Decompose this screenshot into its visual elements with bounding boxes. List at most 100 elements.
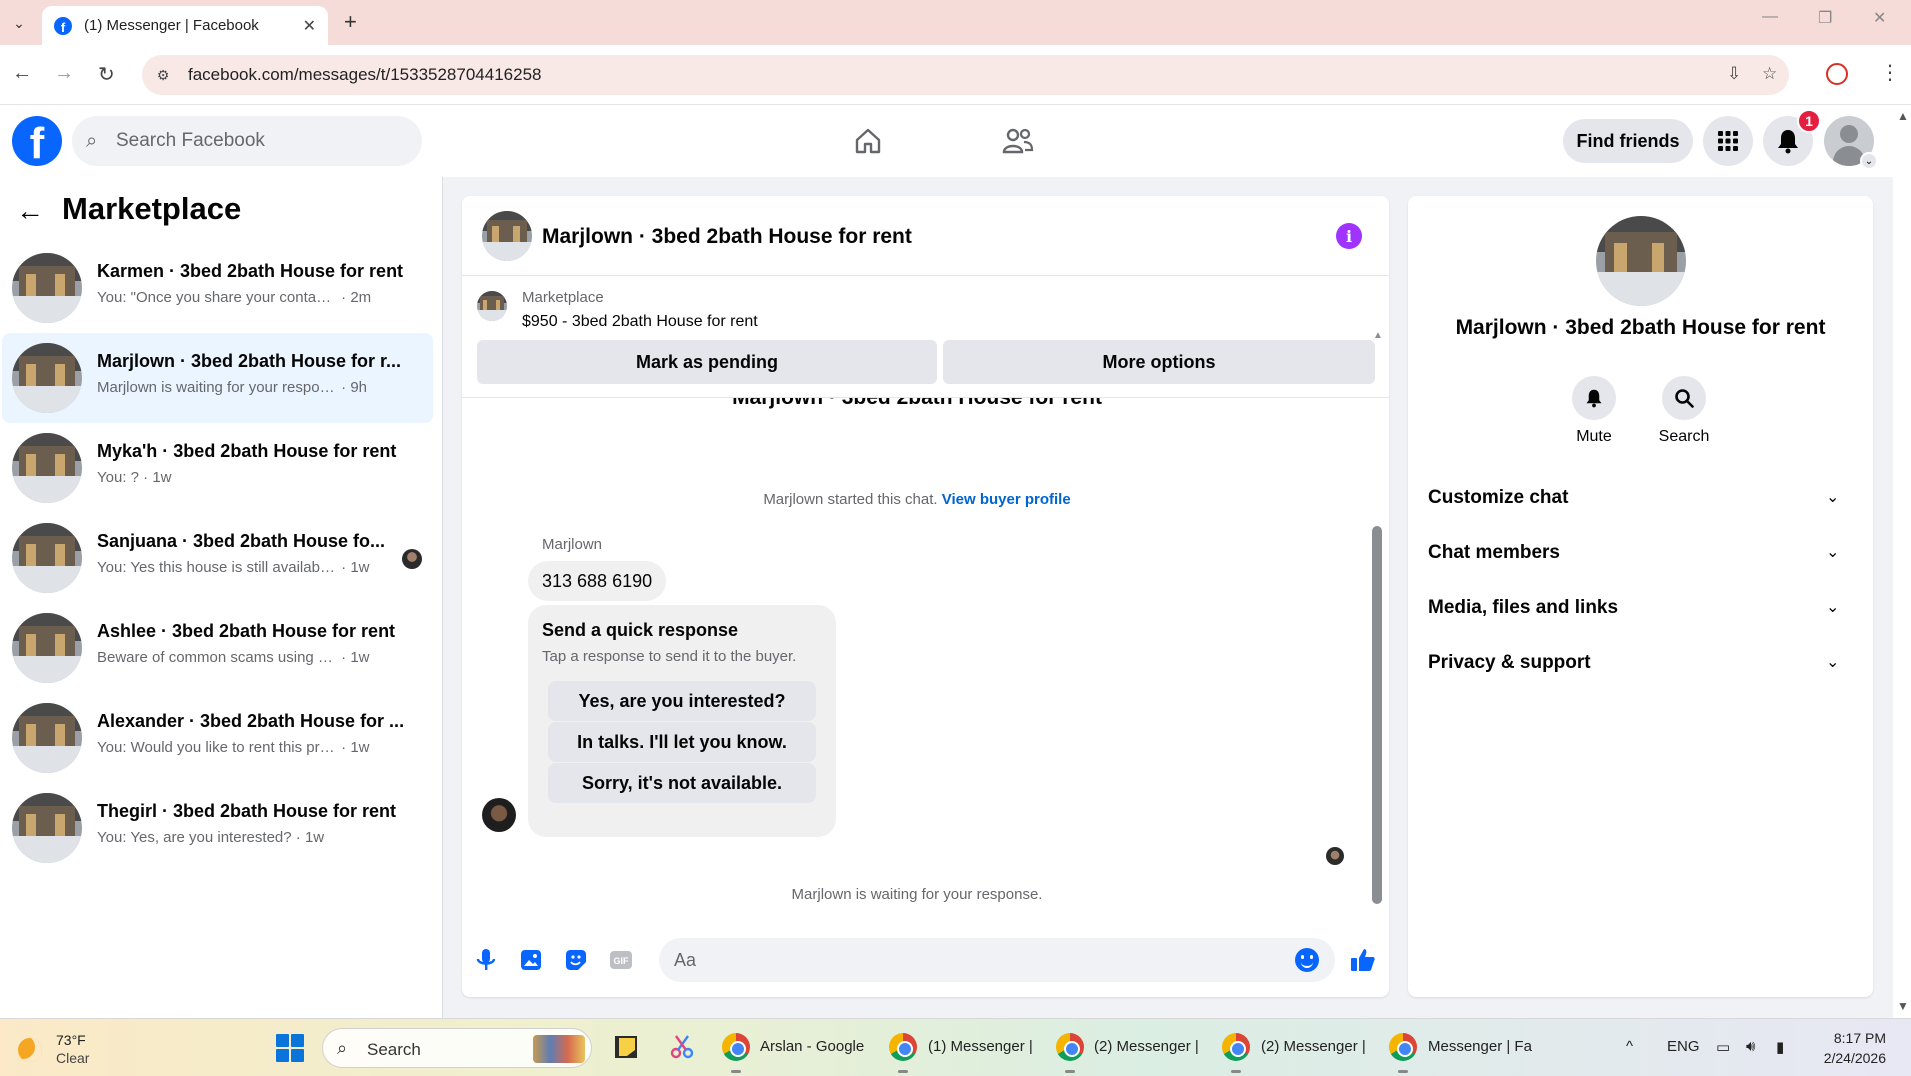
friends-nav-icon[interactable] bbox=[993, 120, 1043, 162]
more-options-button[interactable]: More options bbox=[943, 340, 1375, 384]
active-indicator bbox=[1398, 1070, 1408, 1073]
chrome-icon[interactable] bbox=[1056, 1033, 1084, 1061]
gif-icon[interactable]: GIF bbox=[606, 945, 636, 975]
taskbar-app-label[interactable]: (1) Messenger | bbox=[928, 1038, 1033, 1055]
privacy-support-section[interactable]: Privacy & support ⌄ bbox=[1418, 638, 1863, 688]
conversation-row[interactable]: Myka'h · 3bed 2bath House for rent You: ?… bbox=[2, 423, 433, 513]
conversation-row[interactable]: Sanjuana · 3bed 2bath House fo... You: Ye… bbox=[2, 513, 433, 603]
separator-dot: · bbox=[337, 559, 351, 576]
chat-scroll-down-icon[interactable]: ▼ bbox=[1373, 742, 1383, 753]
chrome-icon[interactable] bbox=[1222, 1033, 1250, 1061]
mark-as-pending-button[interactable]: Mark as pending bbox=[477, 340, 937, 384]
quick-response-not-available[interactable]: Sorry, it's not available. bbox=[548, 763, 816, 803]
snipping-tool-icon[interactable] bbox=[664, 1029, 700, 1065]
facebook-search[interactable]: ⌕ bbox=[72, 116, 422, 166]
conversation-row[interactable]: Karmen · 3bed 2bath House for rent You: "… bbox=[2, 243, 433, 333]
chat-title[interactable]: Marjlown · 3bed 2bath House for rent bbox=[542, 225, 912, 249]
install-app-icon[interactable]: ⇩ bbox=[1727, 64, 1741, 84]
taskbar-app-label[interactable]: Arslan - Google bbox=[760, 1038, 864, 1055]
site-info-icon[interactable]: ⚙ bbox=[150, 62, 176, 88]
restore-icon[interactable]: ❐ bbox=[1818, 8, 1832, 28]
taskbar-app-label[interactable]: (2) Messenger | bbox=[1094, 1038, 1199, 1055]
search-icon[interactable] bbox=[1662, 376, 1706, 420]
quick-response-interested[interactable]: Yes, are you interested? bbox=[548, 681, 816, 721]
network-icon[interactable]: ▭ bbox=[1716, 1038, 1730, 1056]
tab-close-icon[interactable]: ✕ bbox=[303, 16, 316, 36]
conversation-subtitle: You: Yes this house is still available .… bbox=[97, 559, 417, 576]
conversation-title: Sanjuana · 3bed 2bath House fo... bbox=[97, 531, 386, 551]
home-nav-icon[interactable] bbox=[843, 120, 893, 162]
volume-icon[interactable]: 🔊︎ bbox=[1746, 1038, 1755, 1055]
page-scrollbar[interactable]: ▲ ▼ bbox=[1893, 105, 1911, 1018]
emoji-icon[interactable] bbox=[1295, 948, 1319, 972]
taskbar-search[interactable]: ⌕ Search bbox=[322, 1028, 592, 1068]
find-friends-button[interactable]: Find friends bbox=[1563, 119, 1693, 163]
separator-dot: · bbox=[337, 379, 351, 396]
omnibox[interactable]: ⚙ facebook.com/messages/t/15335287044162… bbox=[142, 55, 1789, 95]
window-close-icon[interactable]: ✕ bbox=[1873, 8, 1886, 28]
menu-grid-icon[interactable] bbox=[1703, 116, 1753, 166]
chat-scrollbar-thumb[interactable] bbox=[1372, 526, 1382, 904]
browser-profile-icon[interactable] bbox=[1826, 63, 1848, 85]
chat-header-thumbnail[interactable] bbox=[482, 211, 532, 261]
chat-scroll-up-icon[interactable]: ▲ bbox=[1373, 330, 1383, 341]
back-arrow-icon[interactable]: ← bbox=[16, 195, 44, 227]
quick-response-in-talks[interactable]: In talks. I'll let you know. bbox=[548, 722, 816, 762]
url-text[interactable]: facebook.com/messages/t/1533528704416258 bbox=[188, 65, 541, 85]
listing-thumbnail[interactable] bbox=[477, 291, 507, 321]
chevron-down-icon: ⌄ bbox=[1826, 599, 1840, 616]
info-panel-thumbnail[interactable] bbox=[1596, 216, 1686, 306]
show-hidden-icons-chevron-icon[interactable]: ^ bbox=[1626, 1038, 1633, 1055]
windows-start-icon[interactable] bbox=[276, 1034, 304, 1062]
photo-icon[interactable] bbox=[516, 945, 546, 975]
minimize-icon[interactable]: — bbox=[1762, 8, 1778, 26]
sender-avatar[interactable] bbox=[482, 798, 516, 832]
reload-icon[interactable]: ↻ bbox=[98, 62, 115, 87]
media-files-links-section[interactable]: Media, files and links ⌄ bbox=[1418, 583, 1863, 633]
customize-chat-section[interactable]: Customize chat ⌄ bbox=[1418, 473, 1863, 523]
sticker-icon[interactable] bbox=[561, 945, 591, 975]
thumbs-up-icon[interactable] bbox=[1348, 945, 1378, 975]
weather-temperature: 73°F bbox=[56, 1032, 86, 1048]
bookmark-star-icon[interactable]: ☆ bbox=[1762, 64, 1777, 84]
listing-price-title[interactable]: $950 - 3bed 2bath House for rent bbox=[522, 313, 758, 331]
facebook-logo-icon[interactable]: f bbox=[12, 116, 62, 166]
facebook-search-input[interactable] bbox=[116, 116, 406, 166]
page-scroll-up-icon[interactable]: ▲ bbox=[1897, 109, 1909, 123]
page-scroll-down-icon[interactable]: ▼ bbox=[1897, 999, 1909, 1013]
taskbar-app-label[interactable]: (2) Messenger | bbox=[1261, 1038, 1366, 1055]
mute-action[interactable]: Mute bbox=[1554, 376, 1634, 446]
message-input[interactable] bbox=[674, 938, 1274, 982]
sticky-notes-icon[interactable] bbox=[608, 1029, 644, 1065]
microphone-icon[interactable] bbox=[471, 945, 501, 975]
account-chevron-down-icon[interactable]: ⌄ bbox=[1860, 152, 1878, 170]
chrome-icon[interactable] bbox=[889, 1033, 917, 1061]
tab-search-chevron-icon[interactable]: ⌄ bbox=[6, 10, 32, 36]
browser-menu-icon[interactable]: ⋮ bbox=[1880, 60, 1900, 85]
message-thread[interactable]: Marjlown · 3bed 2bath House for rent Mar… bbox=[462, 398, 1389, 908]
conversation-time: 1w bbox=[350, 739, 370, 756]
conversation-row[interactable]: Marjlown · 3bed 2bath House for r... Marj… bbox=[2, 333, 433, 423]
sender-name: Marjlown bbox=[542, 536, 603, 553]
message-input-wrapper[interactable] bbox=[659, 938, 1335, 982]
search-action[interactable]: Search bbox=[1644, 376, 1724, 446]
view-buyer-profile-link[interactable]: View buyer profile bbox=[942, 491, 1071, 508]
conversation-row[interactable]: Ashlee · 3bed 2bath House for rent Beware… bbox=[2, 603, 433, 693]
info-icon[interactable]: i bbox=[1336, 223, 1362, 249]
chrome-icon[interactable] bbox=[1389, 1033, 1417, 1061]
browser-tab[interactable]: f (1) Messenger | Facebook ✕ bbox=[42, 6, 328, 45]
taskbar-app-label[interactable]: Messenger | Fa bbox=[1428, 1038, 1532, 1055]
mute-bell-icon[interactable] bbox=[1572, 376, 1616, 420]
conversation-row[interactable]: Thegirl · 3bed 2bath House for rent You: … bbox=[2, 783, 433, 873]
language-indicator[interactable]: ENG bbox=[1667, 1038, 1700, 1055]
weather-widget[interactable]: 73°F Clear bbox=[12, 1028, 132, 1070]
system-clock[interactable]: 8:17 PM 2/24/2026 bbox=[1818, 1028, 1886, 1068]
forward-arrow-icon[interactable]: → bbox=[54, 62, 74, 85]
message-bubble[interactable]: 313 688 6190 bbox=[528, 561, 667, 601]
new-tab-plus-icon[interactable]: + bbox=[344, 9, 357, 35]
battery-icon[interactable]: ▮ bbox=[1776, 1038, 1784, 1056]
chat-members-section[interactable]: Chat members ⌄ bbox=[1418, 528, 1863, 578]
chrome-icon[interactable] bbox=[722, 1033, 750, 1061]
conversation-row[interactable]: Alexander · 3bed 2bath House for ... You:… bbox=[2, 693, 433, 783]
back-arrow-icon[interactable]: ← bbox=[12, 62, 32, 85]
